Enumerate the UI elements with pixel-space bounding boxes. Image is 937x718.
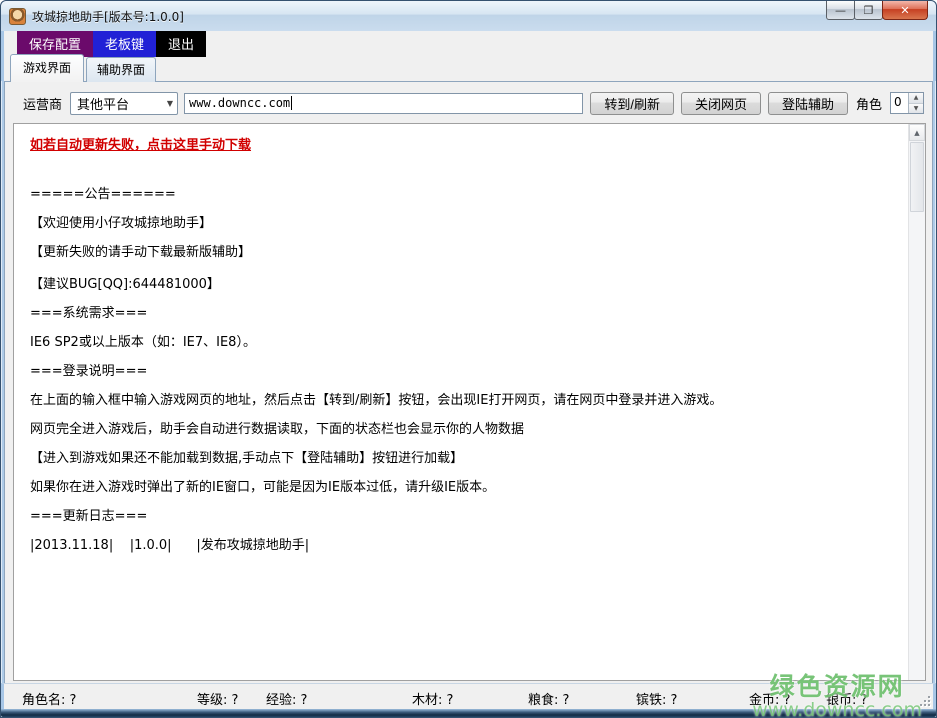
- chevron-down-icon: ▼: [167, 99, 173, 108]
- toolbar: 运营商 其他平台 ▼ www.downcc.com 转到/刷新 关闭网页 登陆辅…: [5, 82, 932, 120]
- window-title: 攻城掠地助手[版本号:1.0.0]: [32, 8, 184, 25]
- menu-item-exit[interactable]: 退出: [156, 31, 206, 57]
- minimize-button[interactable]: —: [826, 1, 855, 20]
- status-iron: 镔铁: ?: [636, 689, 677, 708]
- url-value: www.downcc.com: [189, 96, 290, 110]
- status-level: 等级: ?: [197, 689, 238, 708]
- scrollbar-thumb[interactable]: [910, 142, 924, 212]
- notice-page: 如若自动更新失败，点击这里手动下载 =====公告====== 【欢迎使用小仔攻…: [13, 123, 926, 681]
- tab-page-game: 运营商 其他平台 ▼ www.downcc.com 转到/刷新 关闭网页 登陆辅…: [4, 81, 933, 683]
- app-window: 攻城掠地助手[版本号:1.0.0] — ❐ ✕ 保存配置 老板键 退出 游戏界面…: [0, 0, 937, 718]
- notice-line: 【欢迎使用小仔攻城掠地助手】: [30, 216, 895, 232]
- notice-line: |2013.11.18| |1.0.0| |发布攻城掠地助手|: [30, 538, 895, 554]
- close-button[interactable]: ✕: [882, 1, 928, 20]
- login-assist-button[interactable]: 登陆辅助: [768, 92, 848, 115]
- spin-down-icon[interactable]: ▼: [909, 104, 923, 114]
- resize-grip[interactable]: [918, 694, 930, 706]
- maximize-button[interactable]: ❐: [854, 1, 883, 20]
- role-spin-buttons: ▲ ▼: [908, 93, 923, 113]
- window-controls: — ❐ ✕: [827, 1, 928, 20]
- status-role-name: 角色名: ?: [22, 689, 76, 708]
- notice-line: =====公告======: [30, 187, 895, 203]
- menu-bar: 保存配置 老板键 退出: [1, 31, 936, 57]
- app-icon: [9, 8, 26, 25]
- maximize-icon: ❐: [864, 5, 874, 16]
- menu-item-boss-key[interactable]: 老板键: [93, 31, 156, 57]
- minimize-icon: —: [835, 5, 846, 16]
- status-gold: 金币: ?: [749, 689, 790, 708]
- title-bar: 攻城掠地助手[版本号:1.0.0] — ❐ ✕: [1, 1, 936, 31]
- status-exp: 经验: ?: [266, 689, 307, 708]
- text-caret: [291, 96, 292, 110]
- notice-line: ===系统需求===: [30, 306, 895, 322]
- role-stepper[interactable]: 0 ▲ ▼: [890, 92, 924, 114]
- notice-line: IE6 SP2或以上版本（如：IE7、IE8）。: [30, 335, 895, 351]
- notice-line: ===更新日志===: [30, 509, 895, 525]
- vertical-scrollbar[interactable]: ▲: [908, 124, 925, 680]
- tab-game-view[interactable]: 游戏界面: [10, 54, 84, 82]
- close-page-button[interactable]: 关闭网页: [681, 92, 761, 115]
- notice-line: 网页完全进入游戏后，助手会自动进行数据读取，下面的状态栏也会显示你的人物数据: [30, 422, 895, 438]
- status-food: 粮食: ?: [528, 689, 569, 708]
- status-bar: 角色名: ? 等级: ? 经验: ? 木材: ? 粮食: ? 镔铁: ? 金币:…: [1, 683, 936, 709]
- go-refresh-button[interactable]: 转到/刷新: [590, 92, 674, 115]
- operator-select[interactable]: 其他平台 ▼: [70, 92, 178, 115]
- status-wood: 木材: ?: [412, 689, 453, 708]
- url-input[interactable]: www.downcc.com: [184, 93, 583, 114]
- notice-line: 如果你在进入游戏时弹出了新的IE窗口，可能是因为IE版本过低，请升级IE版本。: [30, 480, 895, 496]
- notice-line: 【建议BUG[QQ]:644481000】: [30, 277, 895, 293]
- tab-strip: 游戏界面 辅助界面: [1, 57, 936, 81]
- operator-label: 运营商: [23, 94, 62, 113]
- content-area: 如若自动更新失败，点击这里手动下载 =====公告====== 【欢迎使用小仔攻…: [13, 123, 926, 681]
- window-bottom-frame: [1, 709, 936, 717]
- role-label: 角色: [856, 94, 882, 113]
- manual-download-link[interactable]: 如若自动更新失败，点击这里手动下载: [30, 138, 895, 154]
- notice-line: 在上面的输入框中输入游戏网页的地址，然后点击【转到/刷新】按钮，会出现IE打开网…: [30, 393, 895, 409]
- notice-line: 【进入到游戏如果还不能加载到数据,手动点下【登陆辅助】按钮进行加载】: [30, 451, 895, 467]
- tab-assist-view[interactable]: 辅助界面: [86, 57, 156, 82]
- notice-line: 【更新失败的请手动下载最新版辅助】: [30, 245, 895, 261]
- role-value: 0: [891, 93, 908, 113]
- close-icon: ✕: [900, 5, 909, 16]
- status-silver: 银币: ?: [826, 689, 867, 708]
- spin-up-icon[interactable]: ▲: [909, 93, 923, 104]
- notice-line: ===登录说明===: [30, 364, 895, 380]
- operator-selected-value: 其他平台: [77, 94, 129, 113]
- scroll-up-icon[interactable]: ▲: [909, 124, 925, 141]
